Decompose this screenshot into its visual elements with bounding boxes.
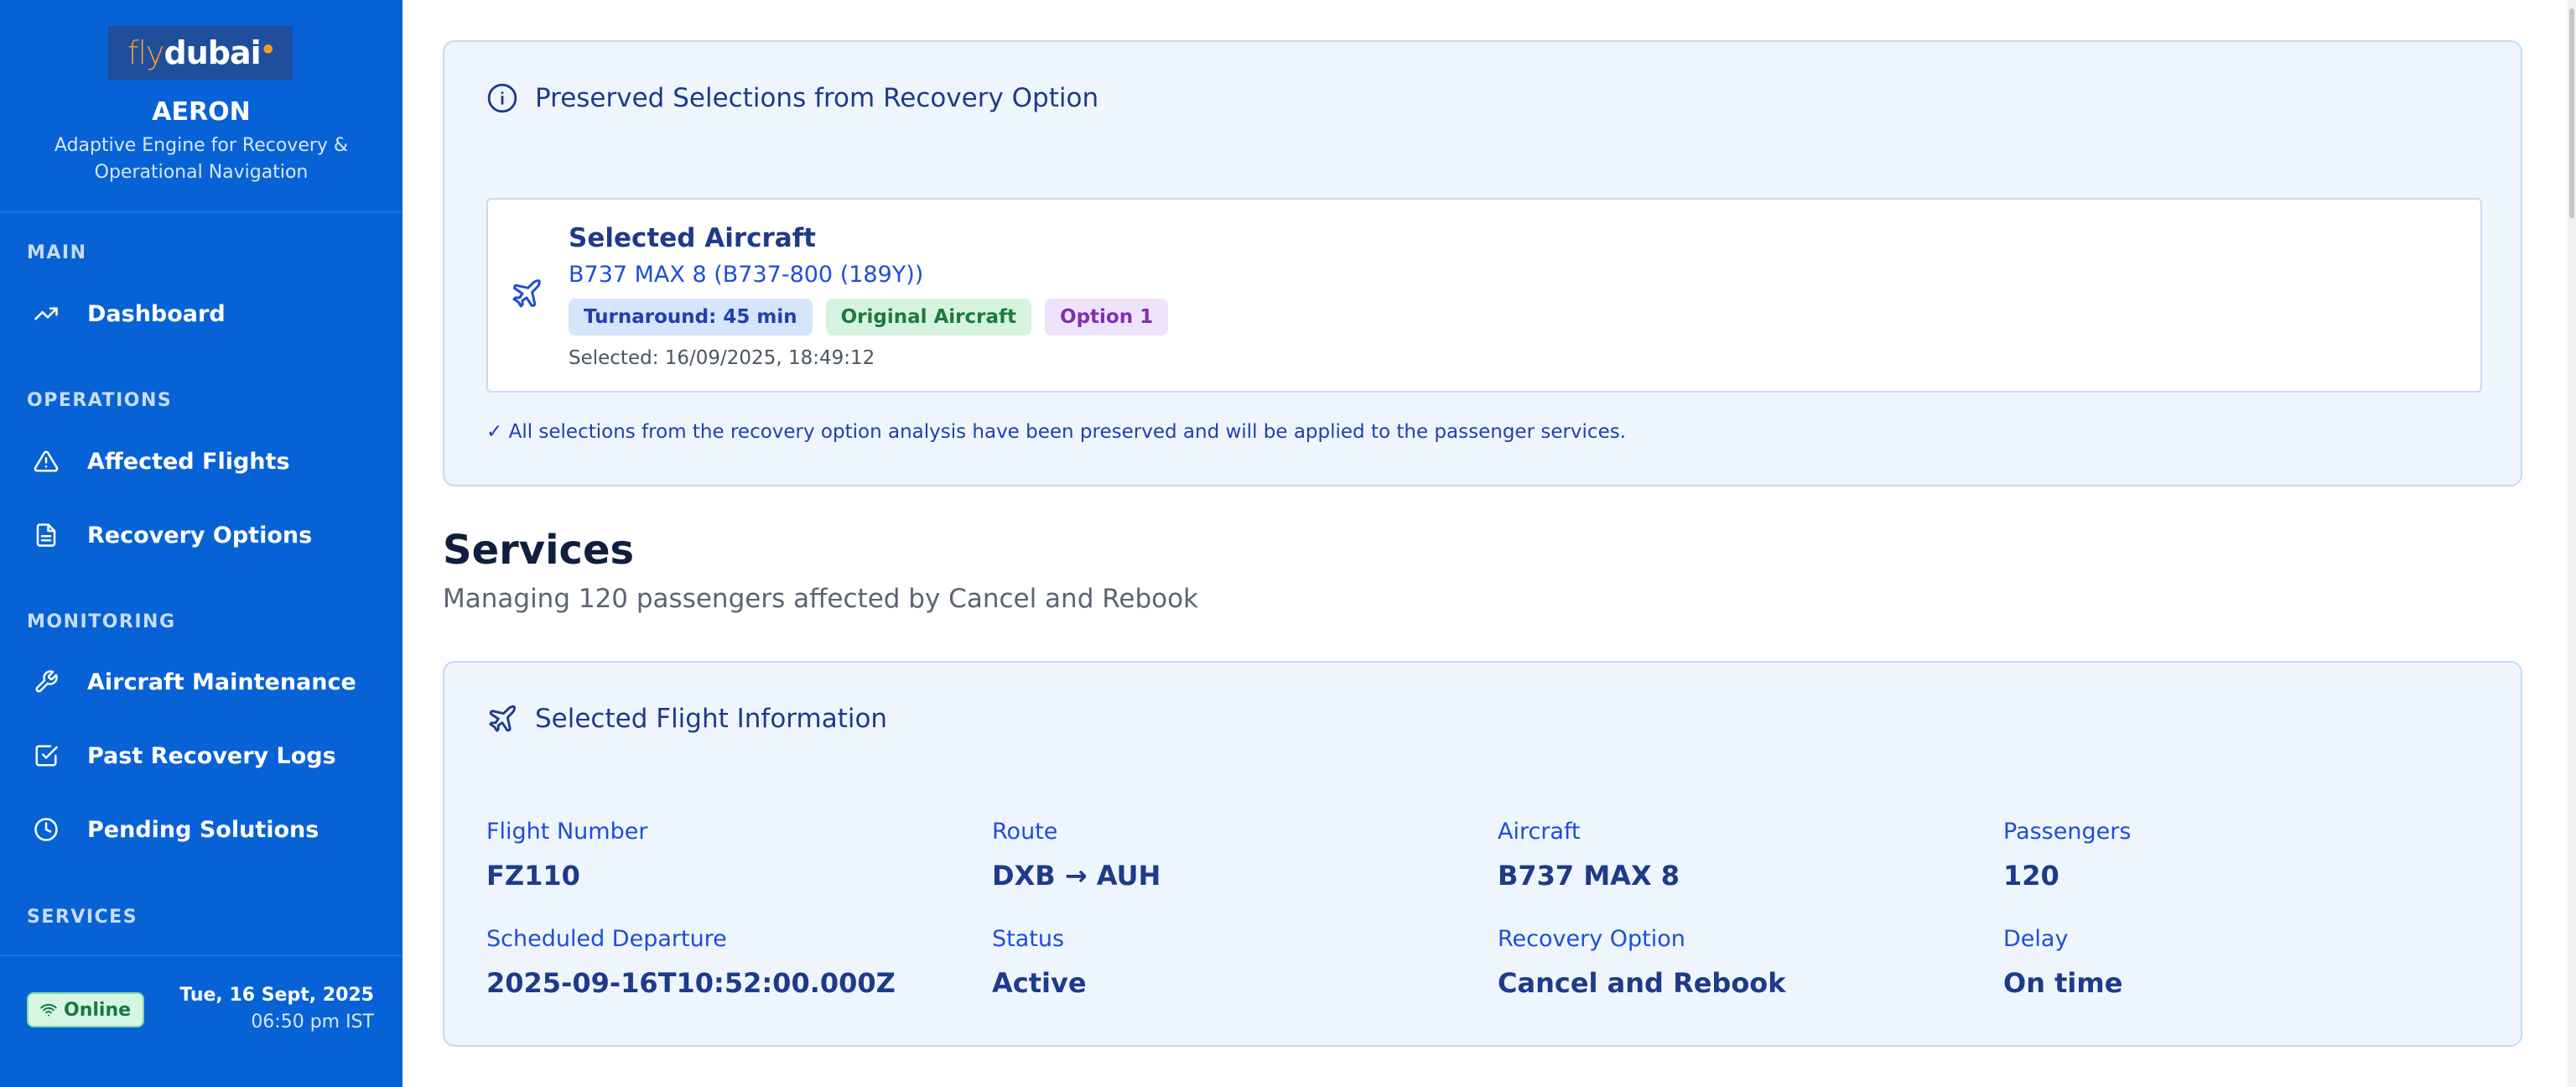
- field-label: Scheduled Departure: [486, 926, 727, 952]
- field-aircraft: Aircraft B737 MAX 8: [1498, 819, 1680, 892]
- preserved-note: ✓ All selections from the recovery optio…: [486, 421, 1627, 443]
- field-value: Active: [992, 967, 1087, 999]
- scrollbar-thumb[interactable]: [2569, 8, 2574, 218]
- field-label: Flight Number: [486, 819, 648, 845]
- field-passengers: Passengers 120: [2003, 819, 2131, 892]
- logo-dot: ●: [262, 42, 273, 55]
- wrench-icon: [34, 669, 59, 694]
- field-scheduled-departure: Scheduled Departure 2025-09-16T10:52:00.…: [486, 926, 896, 999]
- sidebar-footer: Online Tue, 16 Sept, 2025 06:50 pm IST: [0, 954, 402, 1087]
- field-flight-number: Flight Number FZ110: [486, 819, 647, 892]
- sidebar-item-aircraft-maintenance[interactable]: Aircraft Maintenance: [27, 657, 379, 707]
- field-value: B737 MAX 8: [1498, 860, 1680, 892]
- field-delay: Delay On time: [2003, 926, 2122, 999]
- status-label: Online: [64, 999, 132, 1021]
- field-value: On time: [2003, 967, 2123, 999]
- sidebar-item-label: Dashboard: [87, 300, 226, 327]
- app-tagline: Adaptive Engine for Recovery & Operation…: [54, 135, 349, 183]
- trending-up-icon: [34, 301, 59, 326]
- sidebar-item-pending-solutions[interactable]: Pending Solutions: [27, 804, 379, 855]
- flydubai-logo[interactable]: fly dubai ●: [108, 26, 293, 80]
- section-label-monitoring: MONITORING: [27, 611, 176, 632]
- field-value: DXB → AUH: [992, 860, 1161, 892]
- online-status-badge: Online: [27, 992, 145, 1027]
- selected-aircraft-type: B737 MAX 8 (B737-800 (189Y)): [569, 262, 924, 288]
- sidebar-divider: [0, 211, 402, 213]
- sidebar-item-label: Past Recovery Logs: [87, 742, 336, 769]
- sidebar-item-label: Recovery Options: [87, 522, 313, 549]
- sidebar: fly dubai ● AERON Adaptive Engine for Reco…: [0, 0, 402, 1087]
- field-label: Delay: [2003, 926, 2069, 952]
- check-square-icon: [34, 743, 59, 768]
- current-time: 06:50 pm IST: [251, 1012, 374, 1032]
- field-recovery-option: Recovery Option Cancel and Rebook: [1498, 926, 1786, 999]
- sidebar-item-label: Pending Solutions: [87, 816, 319, 843]
- current-date: Tue, 16 Sept, 2025: [179, 985, 374, 1006]
- flight-info-title: Selected Flight Information: [535, 704, 888, 734]
- section-label-operations: OPERATIONS: [27, 390, 173, 411]
- plane-icon: [512, 279, 541, 308]
- field-value: Cancel and Rebook: [1498, 967, 1786, 999]
- section-label-services: SERVICES: [27, 907, 138, 928]
- wifi-icon: [40, 1004, 57, 1017]
- option-badge: Option 1: [1045, 299, 1169, 335]
- sidebar-item-label: Affected Flights: [87, 448, 290, 475]
- preserved-selections-title: Preserved Selections from Recovery Optio…: [535, 83, 1099, 113]
- original-aircraft-badge: Original Aircraft: [825, 299, 1032, 335]
- sidebar-item-affected-flights[interactable]: Affected Flights: [27, 436, 379, 486]
- page-subtitle: Managing 120 passengers affected by Canc…: [443, 584, 1199, 614]
- preserved-selections-header: Preserved Selections from Recovery Optio…: [486, 82, 1098, 114]
- field-label: Passengers: [2003, 819, 2132, 845]
- selected-aircraft-title: Selected Aircraft: [569, 223, 816, 253]
- preserved-selections-card: Preserved Selections from Recovery Optio…: [443, 40, 2522, 486]
- page-scrollbar[interactable]: [2568, 0, 2576, 1087]
- section-label-main: MAIN: [27, 242, 87, 263]
- field-label: Route: [992, 819, 1058, 845]
- sidebar-item-recovery-options[interactable]: Recovery Options: [27, 510, 379, 560]
- flight-info-card: Selected Flight Information Flight Numbe…: [443, 661, 2522, 1047]
- field-value: FZ110: [486, 860, 580, 892]
- sidebar-item-past-recovery-logs[interactable]: Past Recovery Logs: [27, 731, 379, 781]
- logo-fly-text: fly: [127, 34, 164, 71]
- info-icon: [487, 83, 517, 113]
- file-text-icon: [34, 523, 59, 548]
- alert-triangle-icon: [34, 449, 59, 474]
- sidebar-item-dashboard[interactable]: Dashboard: [27, 289, 379, 339]
- field-status: Status Active: [992, 926, 1087, 999]
- flight-info-header: Selected Flight Information: [486, 703, 887, 735]
- selected-timestamp: Selected: 16/09/2025, 18:49:12: [569, 347, 875, 369]
- field-value: 2025-09-16T10:52:00.000Z: [486, 967, 896, 999]
- field-label: Status: [992, 926, 1065, 952]
- field-value: 120: [2003, 860, 2059, 892]
- selected-aircraft-card: Selected Aircraft B737 MAX 8 (B737-800 (…: [486, 198, 2482, 393]
- field-route: Route DXB → AUH: [992, 819, 1161, 892]
- field-label: Aircraft: [1498, 819, 1581, 845]
- clock-icon: [34, 817, 59, 842]
- sidebar-item-label: Aircraft Maintenance: [87, 668, 356, 695]
- app-title: AERON: [152, 97, 251, 127]
- logo-dubai-text: dubai: [164, 34, 262, 71]
- aircraft-badges: Turnaround: 45 min Original Aircraft Opt…: [569, 299, 1169, 335]
- plane-icon: [489, 705, 516, 732]
- field-label: Recovery Option: [1498, 926, 1685, 952]
- turnaround-badge: Turnaround: 45 min: [569, 299, 813, 335]
- page-title: Services: [443, 527, 635, 574]
